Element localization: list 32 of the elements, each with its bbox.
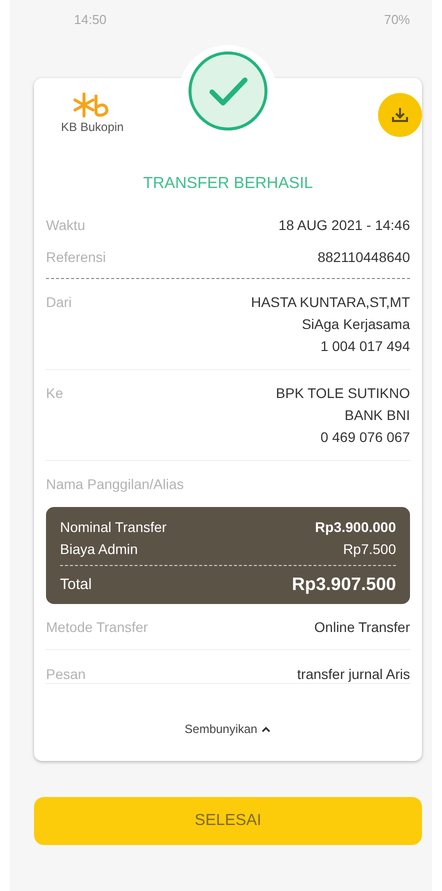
field-label: Referensi bbox=[46, 249, 106, 265]
battery-level: 70% bbox=[384, 12, 410, 26]
success-check-icon bbox=[188, 51, 268, 131]
total-value: Rp3.907.500 bbox=[292, 574, 396, 594]
status-title: TRANSFER BERHASIL bbox=[142, 174, 314, 194]
field-value: 18 AUG 2021 - 14:46 bbox=[278, 217, 410, 233]
download-button[interactable] bbox=[378, 93, 422, 137]
field-value: transfer jurnal Aris bbox=[297, 666, 410, 682]
field-value: 0 469 076 067 bbox=[320, 428, 410, 447]
field-value: SiAga Kerjasama bbox=[302, 315, 410, 334]
caret-icon bbox=[261, 726, 272, 732]
download-icon bbox=[390, 105, 410, 125]
field-label: Pesan bbox=[46, 666, 86, 682]
field-value: BPK TOLE SUTIKNO bbox=[276, 384, 410, 403]
field-label: Dari bbox=[46, 293, 72, 312]
amount-label: Biaya Admin bbox=[60, 540, 138, 559]
field-label: Ke bbox=[46, 384, 64, 403]
field-value: Online Transfer bbox=[314, 618, 410, 634]
field-value: BANK BNI bbox=[344, 406, 410, 425]
bank-name: KB Bukopin bbox=[61, 120, 124, 134]
field-label: Nama Panggilan/Alias bbox=[46, 475, 184, 494]
field-label: Metode Transfer bbox=[46, 618, 148, 634]
total-label: Total bbox=[60, 576, 92, 592]
field-label: Waktu bbox=[46, 217, 86, 233]
status-time: 14:50 bbox=[74, 12, 107, 26]
hide-details-toggle[interactable]: Sembunyikan bbox=[184, 720, 272, 738]
field-value: 1 004 017 494 bbox=[320, 337, 410, 356]
field-value: HASTA KUNTARA,ST,MT bbox=[251, 293, 410, 312]
amount-value: Rp3.900.000 bbox=[315, 518, 396, 537]
field-value: 882110448640 bbox=[318, 249, 410, 265]
amount-value: Rp7.500 bbox=[343, 540, 396, 559]
amount-label: Nominal Transfer bbox=[60, 518, 167, 537]
